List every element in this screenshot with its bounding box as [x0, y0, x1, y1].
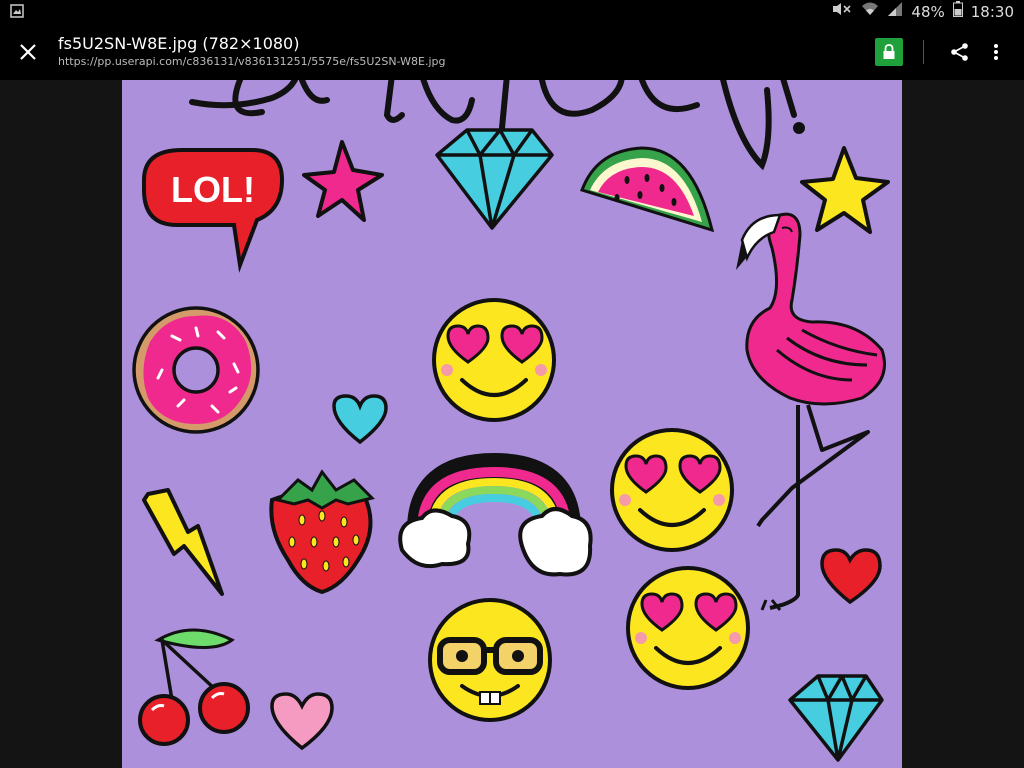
- lock-icon: [883, 44, 895, 59]
- yellow-lightning-bolt: [142, 488, 224, 596]
- image-title: fs5U2SN-W8E.jpg (782×1080): [58, 34, 300, 53]
- security-lock-button[interactable]: [875, 38, 903, 66]
- signal-icon: [887, 0, 903, 24]
- more-options-button[interactable]: [978, 32, 1014, 72]
- heart-eyes-emoji-3: [626, 566, 750, 690]
- battery-icon: [952, 0, 963, 24]
- watermelon-slice: [580, 146, 715, 233]
- more-vert-icon: [994, 44, 998, 60]
- cyan-heart: [332, 394, 388, 445]
- mute-icon: [831, 0, 853, 24]
- yellow-star: [800, 146, 890, 234]
- red-cherries: [138, 628, 250, 746]
- lol-text: LOL!: [171, 169, 255, 210]
- title-block: fs5U2SN-W8E.jpg (782×1080) https://pp.us…: [56, 34, 875, 70]
- rainbow-with-clouds: [398, 452, 593, 577]
- pink-star: [302, 140, 384, 222]
- party-sticker-image: LOL!: [132, 80, 890, 762]
- gallery-icon: [10, 3, 24, 22]
- share-button[interactable]: [942, 32, 978, 72]
- red-heart: [820, 548, 882, 605]
- lol-speech-bubble: LOL!: [142, 148, 285, 273]
- status-bar: 48% 18:30: [0, 0, 1024, 24]
- wifi-icon: [861, 0, 879, 24]
- red-strawberry: [269, 469, 375, 595]
- close-icon: [20, 44, 36, 60]
- battery-percent: 48%: [911, 3, 945, 21]
- pink-donut: [132, 306, 260, 434]
- pink-heart: [270, 692, 334, 751]
- share-icon: [951, 43, 968, 61]
- cyan-diamond-top: [435, 128, 554, 230]
- close-button[interactable]: [0, 24, 56, 80]
- image-url: https://pp.userapi.com/c836131/v83613125…: [58, 55, 446, 68]
- nerd-emoji: [428, 598, 552, 722]
- toolbar-divider: [923, 40, 924, 64]
- toolbar: fs5U2SN-W8E.jpg (782×1080) https://pp.us…: [0, 24, 1024, 80]
- heart-eyes-emoji-1: [432, 298, 556, 422]
- clock: 18:30: [970, 3, 1014, 21]
- cyan-diamond-bottom: [788, 674, 884, 762]
- heart-eyes-emoji-2: [610, 428, 734, 552]
- image-canvas[interactable]: LOL!: [122, 80, 902, 768]
- image-viewer[interactable]: LOL!: [0, 80, 1024, 768]
